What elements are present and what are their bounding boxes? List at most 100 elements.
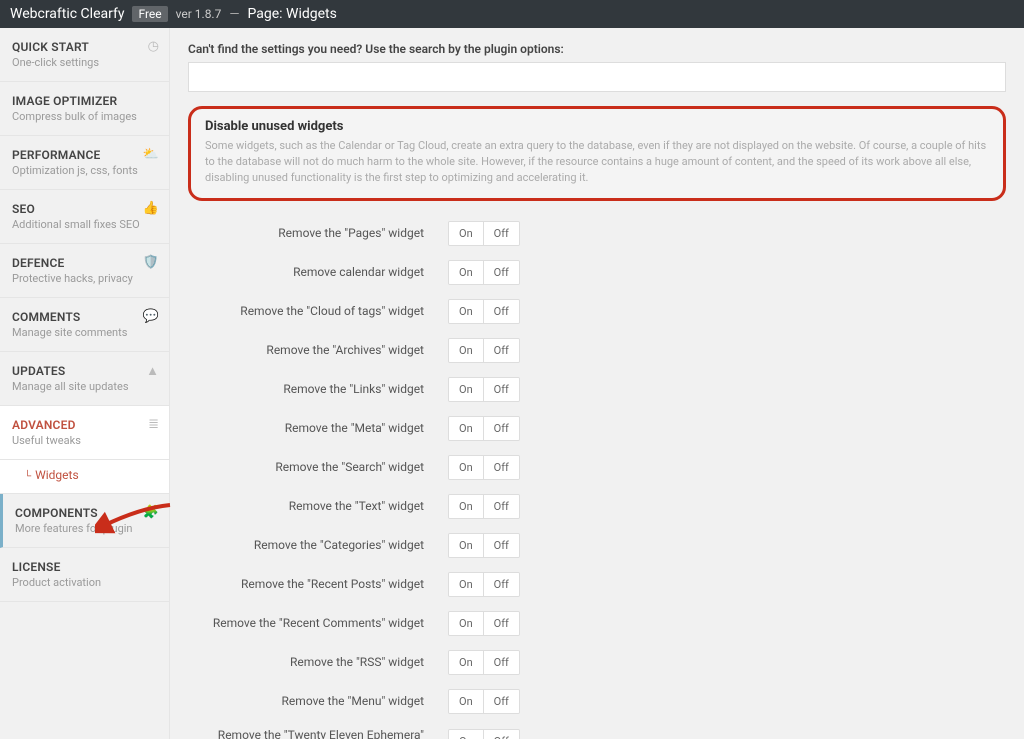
sidebar-item-advanced[interactable]: ADVANCEDUseful tweaks≣ bbox=[0, 406, 169, 460]
toggle-on-button[interactable]: On bbox=[449, 261, 483, 284]
sidebar: QUICK START One-click settings ◷ IMAGE OPTI… bbox=[0, 28, 170, 739]
toggle-group: OnOff bbox=[448, 572, 520, 597]
search-label: Can't find the settings you need? Use th… bbox=[188, 42, 1006, 56]
option-label: Remove the "Archives" widget bbox=[188, 343, 448, 357]
sidebar-item-sub: Additional small fixes SEO bbox=[12, 218, 157, 231]
option-row: Remove the "Archives" widgetOnOff bbox=[188, 338, 1006, 363]
toggle-off-button[interactable]: Off bbox=[483, 456, 519, 479]
toggle-off-button[interactable]: Off bbox=[483, 417, 519, 440]
toggle-on-button[interactable]: On bbox=[449, 378, 483, 401]
toggle-off-button[interactable]: Off bbox=[483, 612, 519, 635]
sidebar-item-sub: Useful tweaks bbox=[12, 434, 157, 447]
sidebar-item-label: COMMENTS bbox=[12, 310, 157, 324]
toggle-group: OnOff bbox=[448, 338, 520, 363]
sidebar-item-label: QUICK START bbox=[12, 40, 157, 54]
toggle-group: OnOff bbox=[448, 221, 520, 246]
option-label: Remove the "Pages" widget bbox=[188, 226, 448, 240]
toggle-group: OnOff bbox=[448, 729, 520, 739]
sidebar-item-icon: ⛅ bbox=[143, 147, 159, 162]
sidebar-item-seo[interactable]: SEO Additional small fixes SEO 👍 bbox=[0, 190, 169, 244]
toggle-group: OnOff bbox=[448, 533, 520, 558]
toggle-off-button[interactable]: Off bbox=[483, 261, 519, 284]
toggle-on-button[interactable]: On bbox=[449, 222, 483, 245]
toggle-group: OnOff bbox=[448, 494, 520, 519]
sidebar-item-label: COMPONENTS bbox=[15, 506, 157, 520]
sidebar-item-sub: Compress bulk of images bbox=[12, 110, 157, 123]
option-row: Remove calendar widgetOnOff bbox=[188, 260, 1006, 285]
search-input[interactable] bbox=[188, 62, 1006, 92]
sidebar-item-label: IMAGE OPTIMIZER bbox=[12, 94, 157, 108]
sidebar-item-quick-start[interactable]: QUICK START One-click settings ◷ bbox=[0, 28, 169, 82]
sidebar-item-updates[interactable]: UPDATESManage all site updates▲ bbox=[0, 352, 169, 406]
toggle-group: OnOff bbox=[448, 260, 520, 285]
plan-badge: Free bbox=[132, 6, 167, 22]
sidebar-subnav: └Widgets bbox=[0, 460, 169, 494]
toggle-on-button[interactable]: On bbox=[449, 651, 483, 674]
options-list: Remove the "Pages" widgetOnOffRemove cal… bbox=[188, 221, 1006, 739]
sidebar-item-icon: 💬 bbox=[143, 309, 159, 324]
toggle-group: OnOff bbox=[448, 377, 520, 402]
toggle-off-button[interactable]: Off bbox=[483, 300, 519, 323]
sidebar-item-components[interactable]: COMPONENTSMore features for plugin🧩 bbox=[0, 494, 169, 548]
option-label: Remove the "Twenty Eleven Ephemera" widg… bbox=[188, 728, 448, 739]
sidebar-item-sub: Protective hacks, privacy bbox=[12, 272, 157, 285]
toggle-on-button[interactable]: On bbox=[449, 573, 483, 596]
toggle-off-button[interactable]: Off bbox=[483, 730, 519, 739]
option-row: Remove the "Search" widgetOnOff bbox=[188, 455, 1006, 480]
sidebar-item-sub: Manage all site updates bbox=[12, 380, 157, 393]
option-row: Remove the "Pages" widgetOnOff bbox=[188, 221, 1006, 246]
sidebar-item-label: SEO bbox=[12, 202, 157, 216]
sidebar-item-license[interactable]: LICENSE Product activation bbox=[0, 548, 169, 602]
sidebar-item-icon: 👍 bbox=[143, 201, 159, 216]
option-row: Remove the "Recent Comments" widgetOnOff bbox=[188, 611, 1006, 636]
sidebar-item-icon: 🧩 bbox=[143, 505, 159, 520]
option-row: Remove the "RSS" widgetOnOff bbox=[188, 650, 1006, 675]
sidebar-item-sub: Manage site comments bbox=[12, 326, 157, 339]
toggle-on-button[interactable]: On bbox=[449, 495, 483, 518]
option-row: Remove the "Links" widgetOnOff bbox=[188, 377, 1006, 402]
sidebar-item-defence[interactable]: DEFENCEProtective hacks, privacy🛡️ bbox=[0, 244, 169, 298]
sidebar-subnav-widgets[interactable]: Widgets bbox=[35, 468, 79, 482]
option-label: Remove the "Recent Posts" widget bbox=[188, 577, 448, 591]
toggle-off-button[interactable]: Off bbox=[483, 378, 519, 401]
toggle-on-button[interactable]: On bbox=[449, 730, 483, 739]
option-label: Remove the "Links" widget bbox=[188, 382, 448, 396]
toggle-on-button[interactable]: On bbox=[449, 534, 483, 557]
option-row: Remove the "Cloud of tags" widgetOnOff bbox=[188, 299, 1006, 324]
option-row: Remove the "Menu" widgetOnOff bbox=[188, 689, 1006, 714]
sidebar-item-label: DEFENCE bbox=[12, 256, 157, 270]
sidebar-item-performance[interactable]: PERFORMANCEOptimization js, css, fonts⛅ bbox=[0, 136, 169, 190]
sidebar-item-icon: ≣ bbox=[148, 417, 159, 432]
toggle-group: OnOff bbox=[448, 299, 520, 324]
toggle-off-button[interactable]: Off bbox=[483, 690, 519, 713]
toggle-off-button[interactable]: Off bbox=[483, 651, 519, 674]
disable-unused-widgets-panel: Disable unused widgets Some widgets, suc… bbox=[188, 106, 1006, 201]
toggle-off-button[interactable]: Off bbox=[483, 339, 519, 362]
option-row: Remove the "Meta" widgetOnOff bbox=[188, 416, 1006, 441]
toggle-group: OnOff bbox=[448, 455, 520, 480]
toggle-on-button[interactable]: On bbox=[449, 339, 483, 362]
sidebar-item-comments[interactable]: COMMENTS Manage site comments 💬 bbox=[0, 298, 169, 352]
sidebar-item-label: PERFORMANCE bbox=[12, 148, 157, 162]
toggle-group: OnOff bbox=[448, 416, 520, 441]
toggle-on-button[interactable]: On bbox=[449, 417, 483, 440]
toggle-on-button[interactable]: On bbox=[449, 456, 483, 479]
option-label: Remove the "Text" widget bbox=[188, 499, 448, 513]
option-row: Remove the "Text" widgetOnOff bbox=[188, 494, 1006, 519]
toggle-off-button[interactable]: Off bbox=[483, 495, 519, 518]
sidebar-item-icon: ◷ bbox=[148, 39, 159, 54]
toggle-on-button[interactable]: On bbox=[449, 690, 483, 713]
sidebar-item-sub: Product activation bbox=[12, 576, 157, 589]
sidebar-item-sub: One-click settings bbox=[12, 56, 157, 69]
toggle-off-button[interactable]: Off bbox=[483, 573, 519, 596]
toggle-off-button[interactable]: Off bbox=[483, 534, 519, 557]
toggle-on-button[interactable]: On bbox=[449, 612, 483, 635]
top-bar: Webcraftic Clearfy Free ver 1.8.7 — Page… bbox=[0, 0, 1024, 28]
toggle-off-button[interactable]: Off bbox=[483, 222, 519, 245]
main-content: Can't find the settings you need? Use th… bbox=[170, 28, 1024, 739]
sidebar-item-image-optimizer[interactable]: IMAGE OPTIMIZER Compress bulk of images bbox=[0, 82, 169, 136]
option-label: Remove the "Cloud of tags" widget bbox=[188, 304, 448, 318]
toggle-on-button[interactable]: On bbox=[449, 300, 483, 323]
sidebar-item-label: LICENSE bbox=[12, 560, 157, 574]
option-label: Remove the "Categories" widget bbox=[188, 538, 448, 552]
